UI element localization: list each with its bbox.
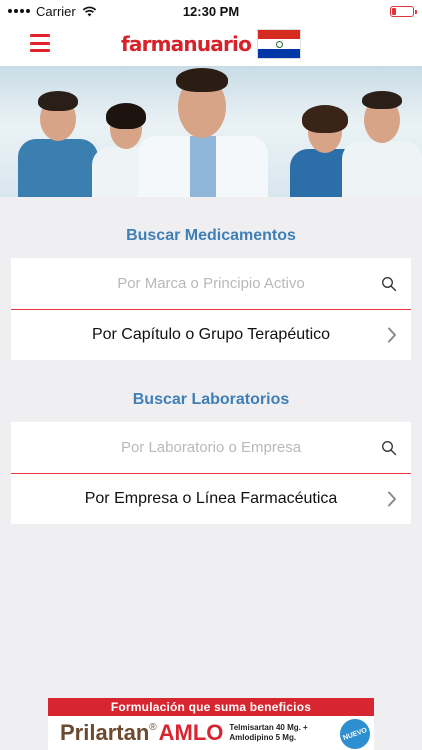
ad-banner[interactable]: Formulación que suma beneficios Prilarta…	[48, 698, 374, 750]
nav-bar: farmanuario	[0, 22, 422, 66]
laboratorios-card: Por Empresa o Línea Farmacéutica	[11, 422, 411, 524]
search-icon[interactable]	[381, 276, 397, 292]
chevron-right-icon	[388, 327, 396, 343]
wifi-icon	[82, 6, 96, 16]
carrier-label: Carrier	[36, 3, 76, 19]
laboratorios-title: Buscar Laboratorios	[132, 391, 290, 408]
medicamentos-search-field[interactable]	[11, 258, 411, 310]
ad-brand-part2: AMLO	[158, 720, 224, 745]
hero-doctors-image	[0, 66, 422, 197]
browse-therapeutic-group-row[interactable]: Por Capítulo o Grupo Terapéutico	[11, 310, 411, 360]
signal-icon	[8, 9, 30, 13]
ad-tagline: Formulación que suma beneficios	[48, 698, 374, 716]
ad-dosage: Telmisartan 40 Mg. + Amlodipino 5 Mg.	[229, 723, 308, 742]
search-icon[interactable]	[381, 440, 397, 456]
browse-company-line-row[interactable]: Por Empresa o Línea Farmacéutica	[11, 474, 411, 524]
browse-therapeutic-group-label: Por Capítulo o Grupo Terapéutico	[91, 326, 331, 343]
status-bar: Carrier 12:30 PM	[0, 0, 422, 22]
chevron-right-icon	[388, 491, 396, 507]
app-logo: farmanuario	[120, 32, 252, 56]
ad-brand-mark: ®	[149, 722, 157, 733]
battery-icon	[390, 5, 417, 17]
browse-company-line-label: Por Empresa o Línea Farmacéutica	[84, 490, 338, 507]
laboratorios-search-input[interactable]	[11, 439, 411, 456]
brand: farmanuario	[120, 29, 302, 59]
paraguay-flag-icon[interactable]	[257, 29, 302, 59]
medicamentos-search-input[interactable]	[11, 275, 411, 292]
medicamentos-title: Buscar Medicamentos	[126, 227, 296, 244]
ad-product: Prilartan ® AMLO Telmisartan 40 Mg. + Am…	[48, 714, 374, 750]
hamburger-menu-icon[interactable]	[30, 34, 50, 52]
ad-brand-part1: Prilartan	[60, 720, 150, 745]
ad-new-badge: NUEVO	[335, 714, 374, 750]
medicamentos-card: Por Capítulo o Grupo Terapéutico	[11, 258, 411, 360]
laboratorios-search-field[interactable]	[11, 422, 411, 474]
